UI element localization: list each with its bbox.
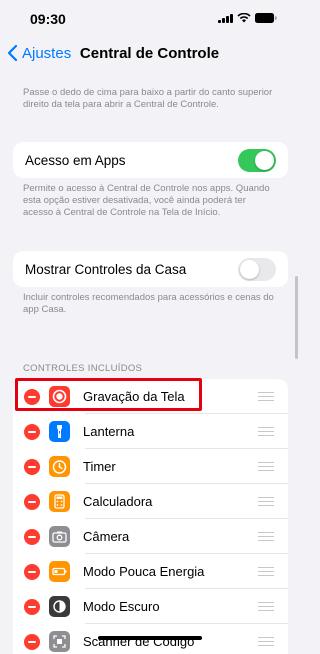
list-item-label: Timer: [83, 459, 116, 474]
list-item-dark-mode[interactable]: Modo Escuro: [13, 589, 288, 624]
home-controls-row: Mostrar Controles da Casa: [13, 251, 288, 287]
scroll-indicator: [295, 276, 298, 359]
remove-button[interactable]: [24, 599, 40, 615]
intro-description: Passe o dedo de cima para baixo a partir…: [23, 87, 273, 110]
remove-button[interactable]: [24, 564, 40, 580]
list-item-camera[interactable]: Câmera: [13, 519, 288, 554]
status-bar: 09:30: [0, 0, 299, 36]
code-scanner-icon: [49, 631, 70, 652]
home-controls-toggle[interactable]: [238, 258, 276, 281]
list-item-label: Câmera: [83, 529, 130, 544]
highlight-box: [15, 378, 202, 411]
remove-button[interactable]: [24, 494, 40, 510]
list-item-label: Calculadora: [83, 494, 153, 509]
remove-button[interactable]: [24, 424, 40, 440]
home-controls-label: Mostrar Controles da Casa: [25, 262, 187, 277]
access-in-apps-description: Permite o acesso à Central de Controle n…: [23, 183, 270, 218]
reorder-grip-icon[interactable]: [258, 532, 274, 541]
battery-icon: [255, 13, 277, 23]
list-item-low-power-mode[interactable]: Modo Pouca Energia: [13, 554, 288, 589]
remove-button[interactable]: [24, 459, 40, 475]
section-header-included-controls: CONTROLES INCLUÍDOS: [23, 363, 143, 374]
status-icons: [218, 13, 277, 23]
page-title: Central de Controle: [79, 45, 220, 62]
reorder-grip-icon[interactable]: [258, 497, 274, 506]
dark-mode-icon: [49, 596, 70, 617]
reorder-grip-icon[interactable]: [258, 567, 274, 576]
remove-button[interactable]: [24, 634, 40, 650]
list-item-label: Modo Pouca Energia: [83, 564, 205, 579]
reorder-grip-icon[interactable]: [258, 392, 274, 401]
status-time: 09:30: [30, 11, 66, 27]
reorder-grip-icon[interactable]: [258, 602, 274, 611]
camera-icon: [49, 526, 70, 547]
low-power-icon: [49, 561, 70, 582]
home-controls-description: Incluir controles recomendados para aces…: [23, 292, 274, 315]
access-in-apps-toggle[interactable]: [238, 149, 276, 172]
included-controls-list: Gravação da Tela Lanterna Timer Calculad…: [13, 379, 288, 654]
access-in-apps-label: Acesso em Apps: [25, 153, 126, 168]
list-item-calculator[interactable]: Calculadora: [13, 484, 288, 519]
access-in-apps-row: Acesso em Apps: [13, 142, 288, 178]
timer-icon: [49, 456, 70, 477]
home-indicator: [98, 636, 202, 640]
toggle-knob: [255, 151, 274, 170]
navigation-bar: Ajustes Central de Controle: [0, 36, 299, 72]
reorder-grip-icon[interactable]: [258, 462, 274, 471]
list-item-label: Lanterna: [83, 424, 135, 439]
list-item-label: Modo Escuro: [83, 599, 160, 614]
flashlight-icon: [49, 421, 70, 442]
list-item-flashlight[interactable]: Lanterna: [13, 414, 288, 449]
remove-button[interactable]: [24, 529, 40, 545]
reorder-grip-icon[interactable]: [258, 427, 274, 436]
list-item-timer[interactable]: Timer: [13, 449, 288, 484]
reorder-grip-icon[interactable]: [258, 637, 274, 646]
toggle-knob: [240, 260, 259, 279]
calculator-icon: [49, 491, 70, 512]
wifi-icon: [237, 13, 251, 23]
cellular-signal-icon: [218, 13, 233, 23]
